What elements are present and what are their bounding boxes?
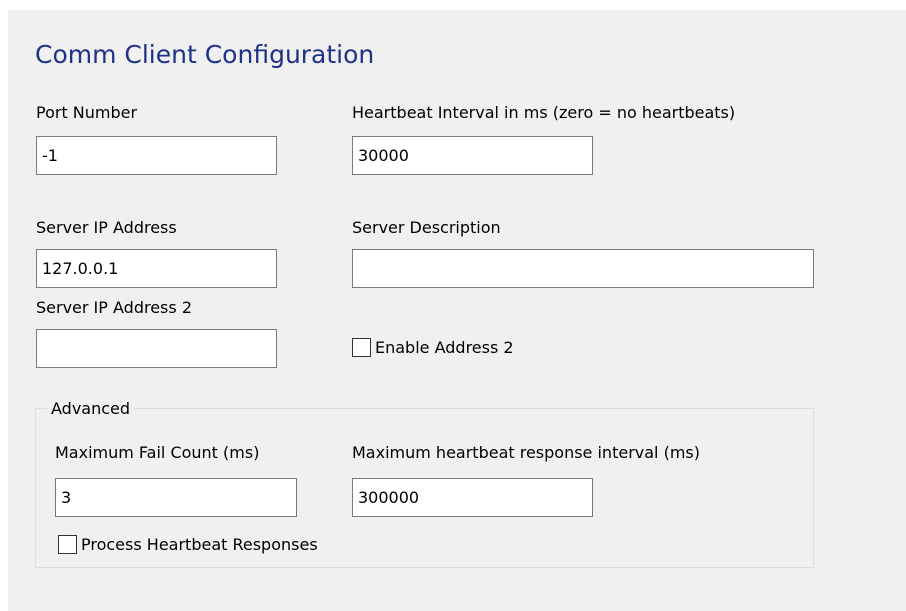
server-description-label: Server Description xyxy=(352,218,501,237)
enable-address2-label: Enable Address 2 xyxy=(375,338,514,357)
page-title: Comm Client Configuration xyxy=(35,40,375,69)
process-heartbeat-responses-checkbox[interactable]: Process Heartbeat Responses xyxy=(58,535,318,554)
max-fail-count-input[interactable] xyxy=(55,478,297,517)
server-description-input[interactable] xyxy=(352,249,814,288)
server-ip-label: Server IP Address xyxy=(36,218,177,237)
port-number-input[interactable] xyxy=(36,136,277,175)
max-heartbeat-response-label: Maximum heartbeat response interval (ms) xyxy=(352,443,700,462)
port-number-label: Port Number xyxy=(36,103,138,122)
enable-address2-checkbox[interactable]: Enable Address 2 xyxy=(352,338,514,357)
server-ip2-label: Server IP Address 2 xyxy=(36,298,192,317)
process-heartbeat-responses-label: Process Heartbeat Responses xyxy=(81,535,318,554)
checkbox-box[interactable] xyxy=(352,338,371,357)
heartbeat-interval-label: Heartbeat Interval in ms (zero = no hear… xyxy=(352,103,736,122)
heartbeat-interval-input[interactable] xyxy=(352,136,593,175)
max-heartbeat-response-input[interactable] xyxy=(352,478,593,517)
checkbox-box[interactable] xyxy=(58,535,77,554)
server-ip2-input[interactable] xyxy=(36,329,277,368)
advanced-legend: Advanced xyxy=(47,399,135,418)
server-ip-input[interactable] xyxy=(36,249,277,288)
max-fail-count-label: Maximum Fail Count (ms) xyxy=(55,443,260,462)
